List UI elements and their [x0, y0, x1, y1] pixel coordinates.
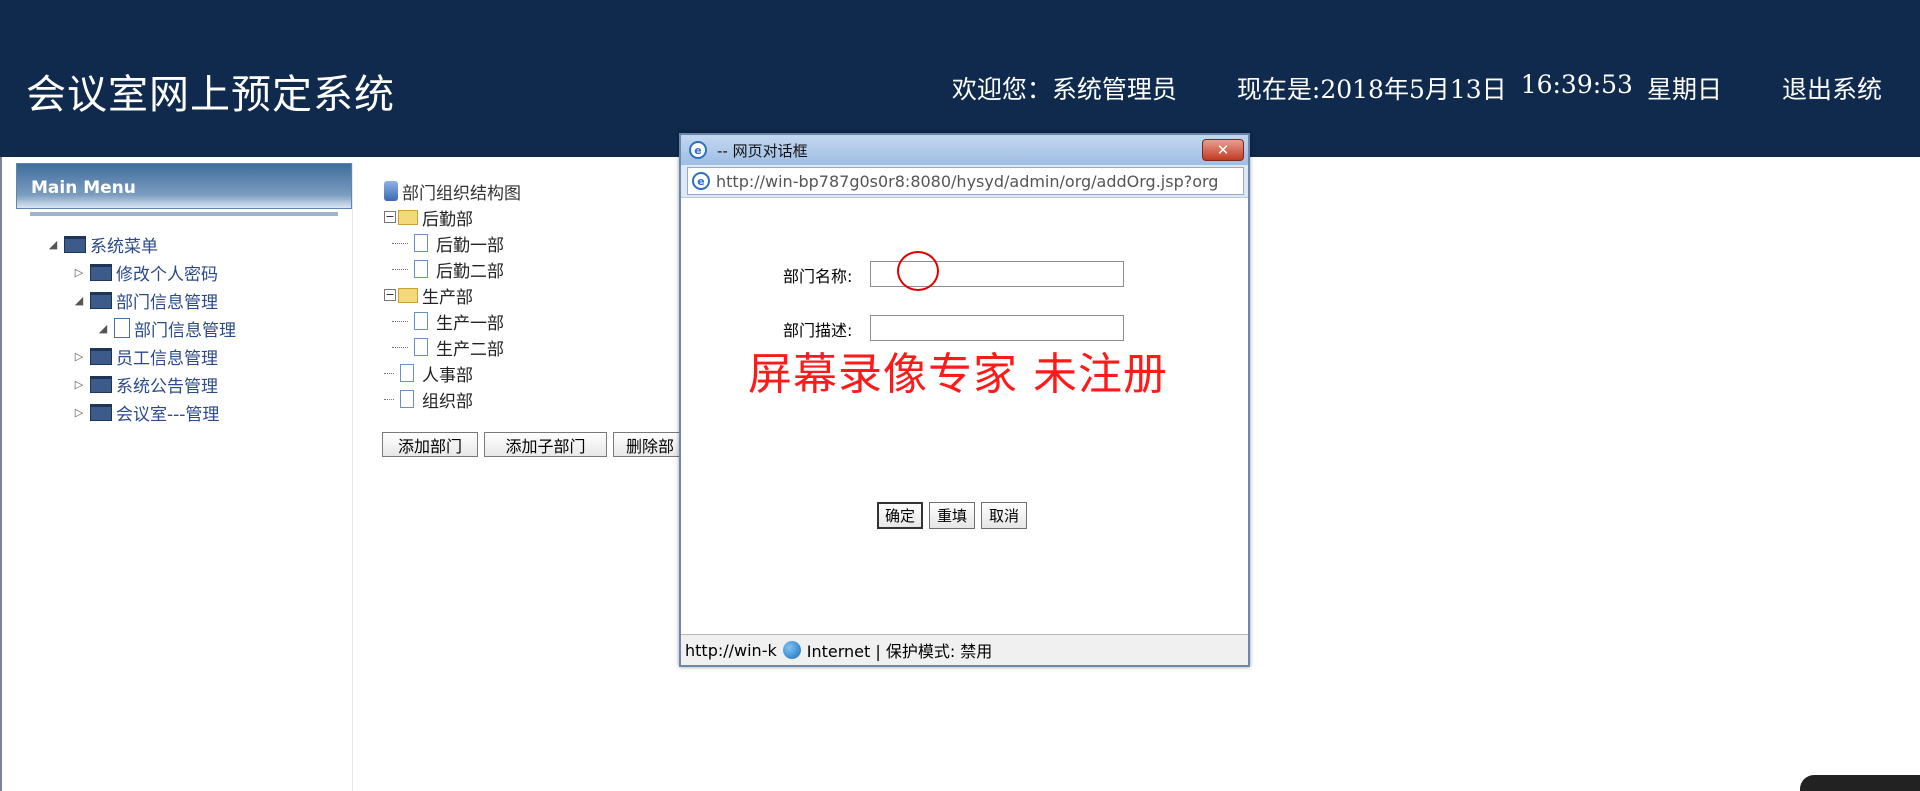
collapse-arrow-icon[interactable]: ▷	[72, 266, 86, 279]
frame-border	[0, 157, 2, 791]
folder-icon	[90, 347, 112, 365]
menu-item-room-management[interactable]: ▷ 会议室---管理	[16, 398, 352, 426]
page-icon	[414, 260, 428, 278]
reset-button[interactable]: 重填	[929, 502, 975, 529]
dept-label: 人事部	[422, 365, 473, 386]
menu-item-dept-management[interactable]: ◢ 部门信息管理	[16, 286, 352, 314]
dept-node-production-2[interactable]: 生产二部	[384, 334, 521, 360]
menu-item-dept-info[interactable]: ◢ 部门信息管理	[16, 314, 352, 342]
dialog-title: -- 网页对话框	[717, 141, 808, 160]
dept-node-logistics-1[interactable]: 后勤一部	[384, 230, 521, 256]
logout-link[interactable]: 退出系统	[1782, 70, 1882, 106]
corner-overlay	[1800, 775, 1920, 791]
globe-icon	[782, 641, 801, 659]
url-field[interactable]: e http://win-bp787g0s0r8:8080/hysyd/admi…	[687, 167, 1244, 195]
dept-label: 后勤部	[422, 209, 473, 230]
time-text: 16:39:53	[1520, 70, 1633, 99]
menu-label: 系统菜单	[90, 236, 158, 257]
menu-label: 修改个人密码	[116, 264, 218, 285]
cancel-button[interactable]: 取消	[981, 502, 1027, 529]
add-child-dept-button[interactable]: 添加子部门	[484, 432, 607, 457]
expand-arrow-icon[interactable]: ◢	[46, 238, 60, 251]
collapse-minus-icon[interactable]: −	[384, 289, 396, 301]
page-icon	[414, 312, 428, 330]
menu-label: 会议室---管理	[116, 404, 220, 425]
page-icon	[414, 234, 428, 252]
date-text: 现在是:2018年5月13日	[1236, 75, 1507, 104]
status-url: http://win-k	[685, 640, 777, 660]
dept-tree-root[interactable]: 部门组织结构图	[384, 178, 521, 204]
menu-item-notice-management[interactable]: ▷ 系统公告管理	[16, 370, 352, 398]
dept-node-logistics-2[interactable]: 后勤二部	[384, 256, 521, 282]
tree-connector	[392, 320, 408, 322]
page-icon	[400, 364, 414, 382]
tree-connector	[392, 268, 408, 270]
expand-arrow-icon[interactable]: ◢	[72, 294, 86, 307]
dept-node-logistics[interactable]: − 后勤部	[384, 204, 521, 230]
add-dept-button[interactable]: 添加部门	[382, 432, 478, 457]
app-title: 会议室网上预定系统	[26, 72, 395, 118]
page-icon	[400, 390, 414, 408]
status-zone: Internet | 保护模式: 禁用	[806, 642, 993, 661]
collapse-arrow-icon[interactable]: ▷	[72, 350, 86, 363]
folder-icon	[90, 291, 112, 309]
close-icon[interactable]: ✕	[1202, 139, 1244, 161]
menu-item-change-password[interactable]: ▷ 修改个人密码	[16, 258, 352, 286]
ie-icon: e	[689, 141, 707, 159]
menu-label: 部门信息管理	[116, 292, 218, 313]
collapse-arrow-icon[interactable]: ▷	[72, 378, 86, 391]
expand-arrow-icon[interactable]: ◢	[96, 322, 110, 335]
dialog-titlebar[interactable]: e -- 网页对话框 ✕	[681, 135, 1248, 165]
tree-connector	[392, 346, 408, 348]
weekday-text: 星期日	[1646, 75, 1722, 104]
folder-icon	[90, 263, 112, 281]
welcome-text: 欢迎您：系统管理员	[951, 75, 1177, 104]
menu-label: 系统公告管理	[116, 376, 218, 397]
ie-page-icon: e	[692, 172, 710, 190]
dept-root-label: 部门组织结构图	[402, 183, 521, 204]
menu-root[interactable]: ◢ 系统菜单	[16, 230, 352, 258]
cursor-highlight-icon	[897, 251, 939, 291]
page-icon	[414, 338, 428, 356]
open-folder-icon	[398, 209, 418, 225]
header-info: 欢迎您：系统管理员 现在是:2018年5月13日 16:39:53 星期日 退出…	[952, 70, 1882, 106]
url-text: http://win-bp787g0s0r8:8080/hysyd/admin/…	[716, 171, 1219, 191]
dialog-statusbar: http://win-k Internet | 保护模式: 禁用	[681, 634, 1248, 665]
dept-label: 组织部	[422, 391, 473, 412]
menu-header: Main Menu	[16, 163, 352, 209]
dept-node-production-1[interactable]: 生产一部	[384, 308, 521, 334]
watermark: 屏幕录像专家 未注册	[748, 349, 1168, 400]
tree-connector	[384, 372, 394, 374]
menu-item-staff-management[interactable]: ▷ 员工信息管理	[16, 342, 352, 370]
menu-divider	[30, 212, 338, 216]
dept-label: 生产二部	[436, 339, 504, 360]
dept-node-hr[interactable]: 人事部	[384, 360, 521, 386]
dept-label: 生产部	[422, 287, 473, 308]
dept-label: 后勤二部	[436, 261, 504, 282]
open-folder-icon	[398, 287, 418, 303]
folder-icon	[90, 375, 112, 393]
dept-node-production[interactable]: − 生产部	[384, 282, 521, 308]
dept-label: 后勤一部	[436, 235, 504, 256]
menu-label: 部门信息管理	[134, 320, 236, 341]
page-icon	[114, 318, 130, 338]
menu-label: 员工信息管理	[116, 348, 218, 369]
sidebar: Main Menu ◢ 系统菜单 ▷ 修改个人密码 ◢ 部门信息管理 ◢ 部门信…	[16, 163, 353, 791]
tree-connector	[392, 242, 408, 244]
database-icon	[384, 181, 398, 201]
ok-button[interactable]: 确定	[877, 502, 923, 529]
dialog-address-bar: e http://win-bp787g0s0r8:8080/hysyd/admi…	[681, 165, 1248, 198]
dept-name-label: 部门名称:	[783, 267, 853, 286]
folder-icon	[90, 403, 112, 421]
collapse-minus-icon[interactable]: −	[384, 211, 396, 223]
dept-tree: 部门组织结构图 − 后勤部 后勤一部 后勤二部 − 生产部 生产一部 生产二部 …	[384, 178, 521, 412]
dept-label: 生产一部	[436, 313, 504, 334]
datetime: 现在是:2018年5月13日 16:39:53 星期日	[1237, 70, 1722, 106]
tree-connector	[384, 398, 394, 400]
collapse-arrow-icon[interactable]: ▷	[72, 406, 86, 419]
folder-icon	[64, 235, 86, 253]
dept-node-org[interactable]: 组织部	[384, 386, 521, 412]
